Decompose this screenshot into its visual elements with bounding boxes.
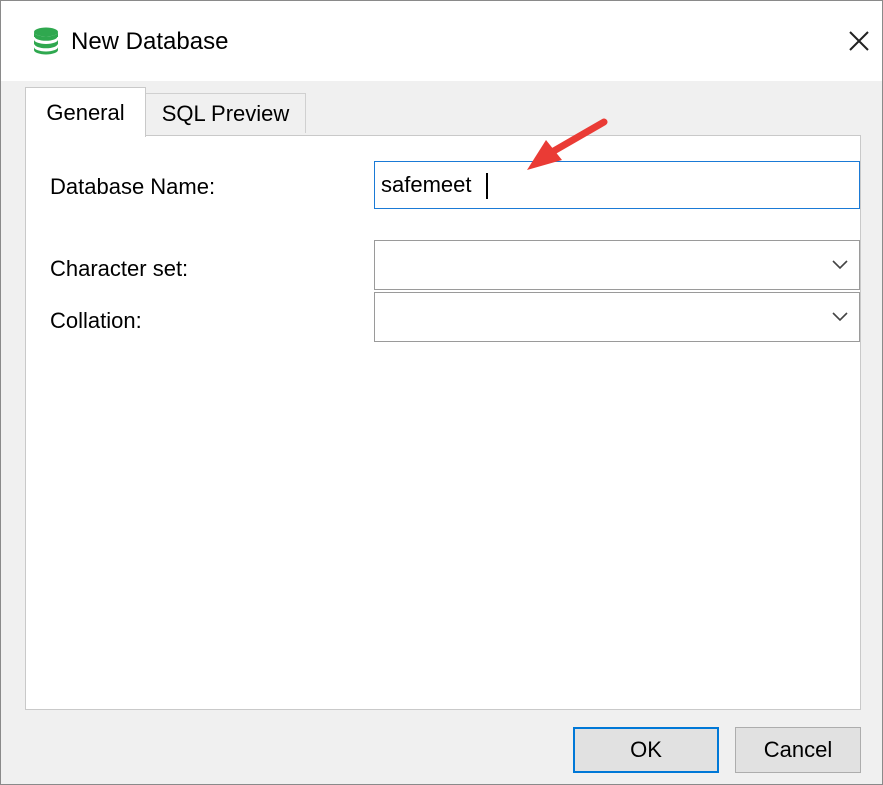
character-set-select[interactable] — [374, 240, 860, 290]
general-panel: Database Name: Character set: Collation: — [25, 135, 861, 710]
database-icon — [33, 27, 59, 55]
database-name-label: Database Name: — [50, 174, 216, 199]
new-database-dialog: New Database General SQL Preview Databas… — [0, 0, 883, 785]
ok-button[interactable]: OK — [573, 727, 719, 773]
chevron-down-icon — [832, 312, 848, 322]
collation-select[interactable] — [374, 292, 860, 342]
close-button[interactable] — [837, 19, 881, 63]
character-set-label: Character set: — [50, 256, 189, 281]
chevron-down-icon — [832, 260, 848, 270]
tab-sql-preview[interactable]: SQL Preview — [145, 93, 306, 133]
cancel-button[interactable]: Cancel — [735, 727, 861, 773]
collation-label: Collation: — [50, 308, 142, 333]
tab-general[interactable]: General — [25, 87, 146, 137]
dialog-title: New Database — [71, 28, 229, 55]
text-caret — [486, 173, 488, 199]
title-bar: New Database — [1, 1, 882, 81]
close-icon — [849, 31, 869, 51]
database-name-input[interactable] — [374, 161, 860, 209]
